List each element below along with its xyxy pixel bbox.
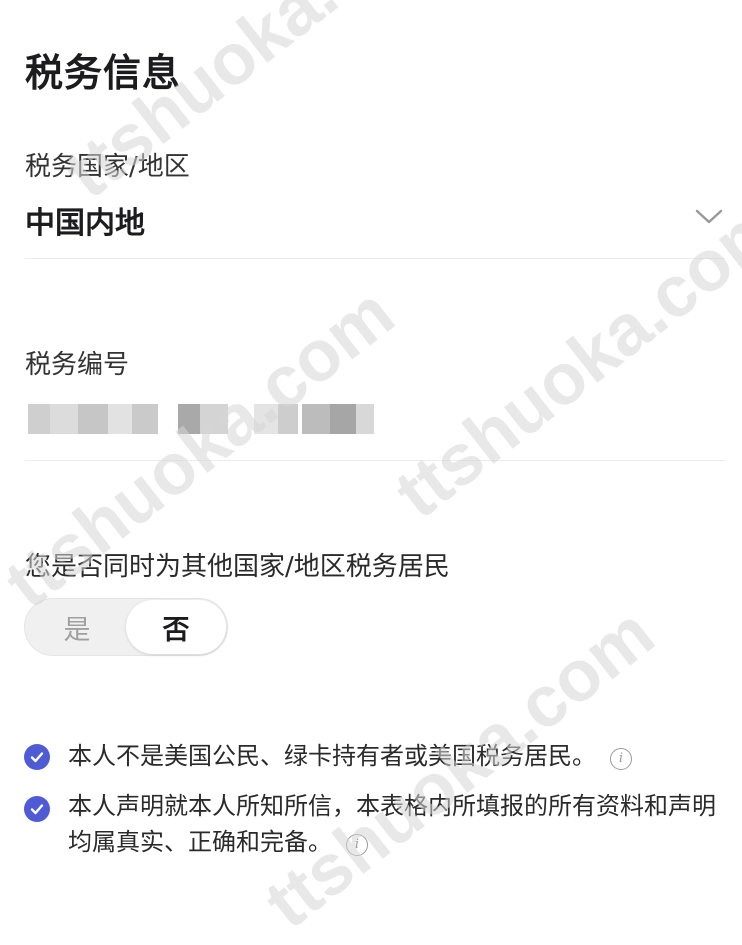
- watermark: ttshuoka.com: [380, 182, 742, 534]
- dual-resident-question: 您是否同时为其他国家/地区税务居民: [25, 552, 450, 582]
- check-circle-icon[interactable]: [24, 796, 50, 822]
- country-select[interactable]: 中国内地: [25, 198, 145, 242]
- tax-number-field[interactable]: [28, 404, 378, 434]
- divider: [25, 460, 725, 461]
- info-icon[interactable]: i: [346, 834, 368, 856]
- divider: [25, 258, 725, 259]
- page-title: 税务信息: [25, 51, 182, 95]
- check-circle-icon[interactable]: [24, 744, 50, 770]
- toggle-option-no[interactable]: 否: [126, 600, 226, 654]
- dual-resident-toggle[interactable]: 是 否: [24, 598, 228, 656]
- declaration-text: 本人不是美国公民、绿卡持有者或美国税务居民。 i: [68, 738, 724, 774]
- tax-number-label: 税务编号: [25, 350, 130, 380]
- declaration-text: 本人声明就本人所知所信，本表格内所填报的所有资料和声明均属真实、正确和完备。 i: [68, 788, 724, 860]
- tax-info-page: 税务信息 税务国家/地区 中国内地 税务编号 您是否同时为其他国家/地区税务居民…: [0, 0, 742, 944]
- toggle-option-yes[interactable]: 是: [27, 600, 127, 654]
- chevron-down-icon[interactable]: [694, 206, 724, 226]
- declaration-label: 本人不是美国公民、绿卡持有者或美国税务居民。: [68, 742, 596, 770]
- declaration-label: 本人声明就本人所知所信，本表格内所填报的所有资料和声明均属真实、正确和完备。: [68, 792, 716, 856]
- info-icon[interactable]: i: [610, 748, 632, 770]
- country-label: 税务国家/地区: [25, 152, 190, 182]
